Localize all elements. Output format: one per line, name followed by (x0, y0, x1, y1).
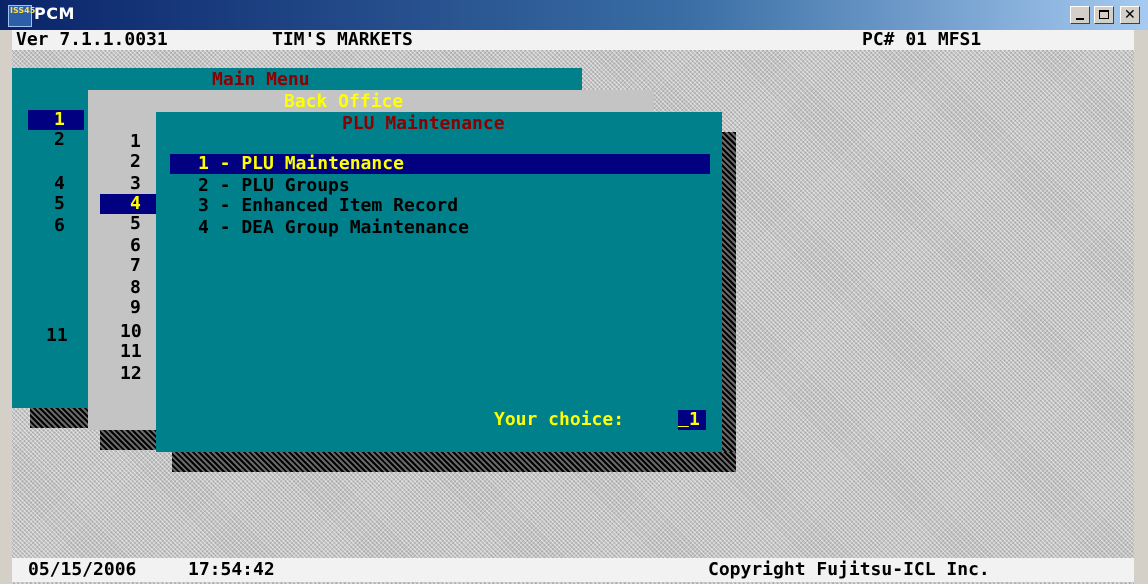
back-office-title: Back Office (284, 91, 404, 112)
close-button[interactable]: ✕ (1120, 6, 1140, 24)
close-icon: ✕ (1124, 7, 1136, 23)
app-icon[interactable]: ISS45 (8, 5, 36, 27)
plu-panel-shadow-right (722, 132, 736, 472)
back-office-item[interactable]: 8 (130, 278, 141, 298)
back-office-item[interactable]: 2 (130, 152, 141, 172)
back-office-item[interactable]: 7 (130, 256, 141, 276)
main-menu-item[interactable]: 4 (54, 174, 65, 194)
plu-menu-item[interactable]: 1 - PLU Maintenance (198, 154, 404, 174)
minimize-button[interactable] (1070, 6, 1090, 24)
status-date: 05/15/2006 (28, 559, 137, 580)
plu-menu-item[interactable]: 2 - PLU Groups (198, 176, 350, 196)
back-office-item[interactable]: 5 (130, 214, 141, 234)
back-office-selection-highlight (100, 194, 158, 214)
back-office-item[interactable]: 1 (130, 132, 141, 152)
maximize-icon (1099, 10, 1109, 19)
main-menu-item[interactable]: 11 (46, 326, 68, 346)
window-title: PCM (34, 4, 75, 23)
plu-maintenance-panel: PLU Maintenance 1 - PLU Maintenance 2 - … (156, 112, 722, 452)
pc-id: PC# 01 MFS1 (862, 29, 982, 50)
version-text: Ver 7.1.1.0031 (16, 29, 168, 50)
plu-panel-title: PLU Maintenance (342, 113, 505, 134)
back-office-item[interactable]: 6 (130, 236, 141, 256)
store-name: TIM'S MARKETS (272, 29, 413, 50)
app-icon-label: ISS45 (10, 6, 36, 15)
back-office-item[interactable]: 12 (120, 364, 142, 384)
main-menu-title: Main Menu (212, 69, 310, 90)
choice-input[interactable]: 1 (678, 410, 706, 430)
main-menu-shadow (30, 408, 88, 428)
copyright-text: Copyright Fujitsu-ICL Inc. (708, 559, 990, 580)
main-menu-item[interactable]: 1 (54, 110, 65, 130)
main-menu-item[interactable]: 5 (54, 194, 65, 214)
choice-cursor (678, 410, 689, 430)
plu-menu-item[interactable]: 4 - DEA Group Maintenance (198, 218, 469, 238)
app-window: ISS45 PCM ✕ Ver 7.1.1.0031 TIM'S MARKETS… (0, 0, 1148, 584)
choice-prompt: Your choice: (494, 409, 625, 430)
status-time: 17:54:42 (188, 559, 275, 580)
status-bar: 05/15/2006 17:54:42 Copyright Fujitsu-IC… (12, 558, 1134, 582)
minimize-icon (1076, 18, 1084, 20)
main-menu-item[interactable]: 2 (54, 130, 65, 150)
header-bar: Ver 7.1.1.0031 TIM'S MARKETS PC# 01 MFS1 (12, 30, 1134, 50)
title-bar[interactable]: ISS45 PCM ✕ (0, 0, 1148, 30)
back-office-item[interactable]: 11 (120, 342, 142, 362)
back-office-item[interactable]: 9 (130, 298, 141, 318)
main-menu-item[interactable]: 6 (54, 216, 65, 236)
back-office-shadow (100, 430, 156, 450)
choice-value: 1 (689, 409, 700, 430)
maximize-button[interactable] (1094, 6, 1114, 24)
back-office-item[interactable]: 3 (130, 174, 141, 194)
back-office-item[interactable]: 10 (120, 322, 142, 342)
back-office-item[interactable]: 4 (130, 194, 141, 214)
plu-menu-item[interactable]: 3 - Enhanced Item Record (198, 196, 458, 216)
terminal-screen[interactable]: Ver 7.1.1.0031 TIM'S MARKETS PC# 01 MFS1… (12, 30, 1134, 584)
plu-panel-shadow-bottom (172, 452, 736, 472)
